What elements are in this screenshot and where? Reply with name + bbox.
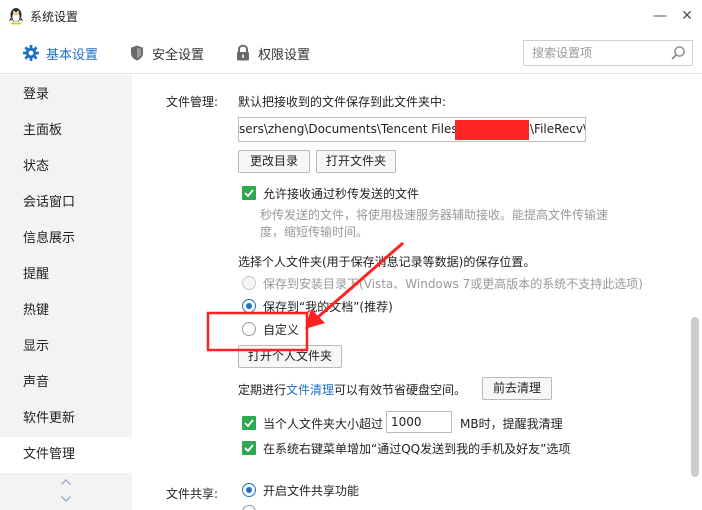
title-bar: 系统设置 — ✕ xyxy=(0,0,702,32)
search-icon[interactable] xyxy=(670,45,686,61)
sidebar-item-display[interactable]: 显示 xyxy=(0,329,132,365)
context-menu-checkbox[interactable] xyxy=(242,441,256,455)
shield-icon xyxy=(131,45,143,61)
tab-label: 权限设置 xyxy=(258,47,311,63)
fast-transfer-hint-line2: 度，缩短传输时间。 xyxy=(260,225,369,239)
redacted-account-block xyxy=(455,120,529,140)
radio-file-sharing-option-2[interactable] xyxy=(242,505,256,510)
radio-enable-file-sharing[interactable] xyxy=(242,483,256,497)
settings-sidebar: 登录 主面板 状态 会话窗口 信息展示 提醒 热键 显示 声音 软件更新 文件管… xyxy=(0,75,132,510)
tab-permission-settings[interactable]: 权限设置 xyxy=(234,32,310,74)
window-title: 系统设置 xyxy=(30,10,79,24)
tab-security-settings[interactable]: 安全设置 xyxy=(128,32,204,74)
file-cleanup-link[interactable]: 文件清理 xyxy=(286,383,334,397)
allow-fast-transfer-checkbox[interactable] xyxy=(242,186,256,200)
open-personal-folder-button[interactable]: 打开个人文件夹 xyxy=(238,345,342,368)
enable-file-sharing-label: 开启文件共享功能 xyxy=(263,484,360,498)
radio-my-documents[interactable] xyxy=(242,299,256,313)
sidebar-item-file-management[interactable]: 文件管理 xyxy=(0,437,132,473)
save-location-label: 默认把接收到的文件保存到此文件夹中: xyxy=(238,95,447,109)
size-limit-suffix: MB时，提醒我清理 xyxy=(460,417,563,431)
path-suffix-text: \FileRecv\ xyxy=(530,122,585,136)
scrollbar-thumb[interactable] xyxy=(691,317,699,477)
size-limit-checkbox[interactable] xyxy=(242,416,256,430)
checkmark-icon xyxy=(244,189,254,198)
radio-install-dir[interactable] xyxy=(242,276,256,290)
tab-label: 安全设置 xyxy=(152,47,205,63)
personal-folder-label: 选择个人文件夹(用于保存消息记录等数据)的保存位置。 xyxy=(238,255,536,269)
settings-content: 文件管理: 默认把接收到的文件保存到此文件夹中: sers\zheng\Docu… xyxy=(132,75,688,510)
checkmark-icon xyxy=(244,444,254,453)
sidebar-item-info-display[interactable]: 信息展示 xyxy=(0,221,132,257)
tab-label: 基本设置 xyxy=(46,47,99,63)
close-button[interactable]: ✕ xyxy=(677,6,697,26)
search-box[interactable] xyxy=(523,40,693,66)
settings-tabbar: 基本设置 安全设置 权限设置 xyxy=(0,32,702,74)
cleanup-suffix: 可以有效节省硬盘空间。 xyxy=(334,383,467,397)
cleanup-prefix: 定期进行 xyxy=(238,383,287,397)
go-cleanup-button[interactable]: 前去清理 xyxy=(482,377,552,400)
receive-path-field[interactable]: sers\zheng\Documents\Tencent Files\ \Fil… xyxy=(238,117,586,142)
size-limit-prefix: 当个人文件夹大小超过 xyxy=(263,417,384,431)
chevron-down-icon[interactable] xyxy=(60,494,72,504)
cleanup-text: 定期进行文件清理可以有效节省硬盘空间。 xyxy=(238,381,466,398)
sidebar-item-login[interactable]: 登录 xyxy=(0,77,132,113)
radio-custom-label: 自定义 xyxy=(263,323,300,337)
change-directory-button[interactable]: 更改目录 xyxy=(238,150,310,173)
radio-install-dir-label: 保存到安装目录下(Vista、Windows 7或更高版本的系统不支持此选项) xyxy=(263,277,643,291)
minimize-button[interactable]: — xyxy=(650,6,670,26)
lock-icon xyxy=(237,44,249,61)
sidebar-item-main-panel[interactable]: 主面板 xyxy=(0,113,132,149)
qq-penguin-icon xyxy=(9,8,23,25)
open-folder-button[interactable]: 打开文件夹 xyxy=(316,150,396,173)
sidebar-item-chat-window[interactable]: 会话窗口 xyxy=(0,185,132,221)
tab-basic-settings[interactable]: 基本设置 xyxy=(22,32,98,74)
size-limit-input[interactable] xyxy=(386,411,452,433)
allow-fast-transfer-label: 允许接收通过秒传发送的文件 xyxy=(263,187,420,201)
radio-my-documents-label: 保存到“我的文档”(推荐) xyxy=(263,300,393,314)
file-management-section-label: 文件管理: xyxy=(166,95,219,109)
sidebar-item-software-update[interactable]: 软件更新 xyxy=(0,401,132,437)
gear-icon xyxy=(23,45,39,61)
path-prefix-text: sers\zheng\Documents\Tencent Files\ xyxy=(239,122,462,136)
chevron-up-icon[interactable] xyxy=(60,477,72,487)
file-sharing-section-label: 文件共享: xyxy=(166,487,219,501)
fast-transfer-hint-line1: 秒传发送的文件，将使用极速服务器辅助接收。能提高文件传输速 xyxy=(260,208,609,222)
sidebar-item-hotkeys[interactable]: 热键 xyxy=(0,293,132,329)
sidebar-item-reminders[interactable]: 提醒 xyxy=(0,257,132,293)
sidebar-item-status[interactable]: 状态 xyxy=(0,149,132,185)
radio-custom[interactable] xyxy=(242,322,256,336)
content-scrollbar[interactable] xyxy=(688,75,702,510)
context-menu-label: 在系统右键菜单增加“通过QQ发送到我的手机及好友”选项 xyxy=(263,442,571,456)
checkmark-icon xyxy=(244,419,254,428)
search-input[interactable] xyxy=(524,41,664,65)
sidebar-item-sound[interactable]: 声音 xyxy=(0,365,132,401)
